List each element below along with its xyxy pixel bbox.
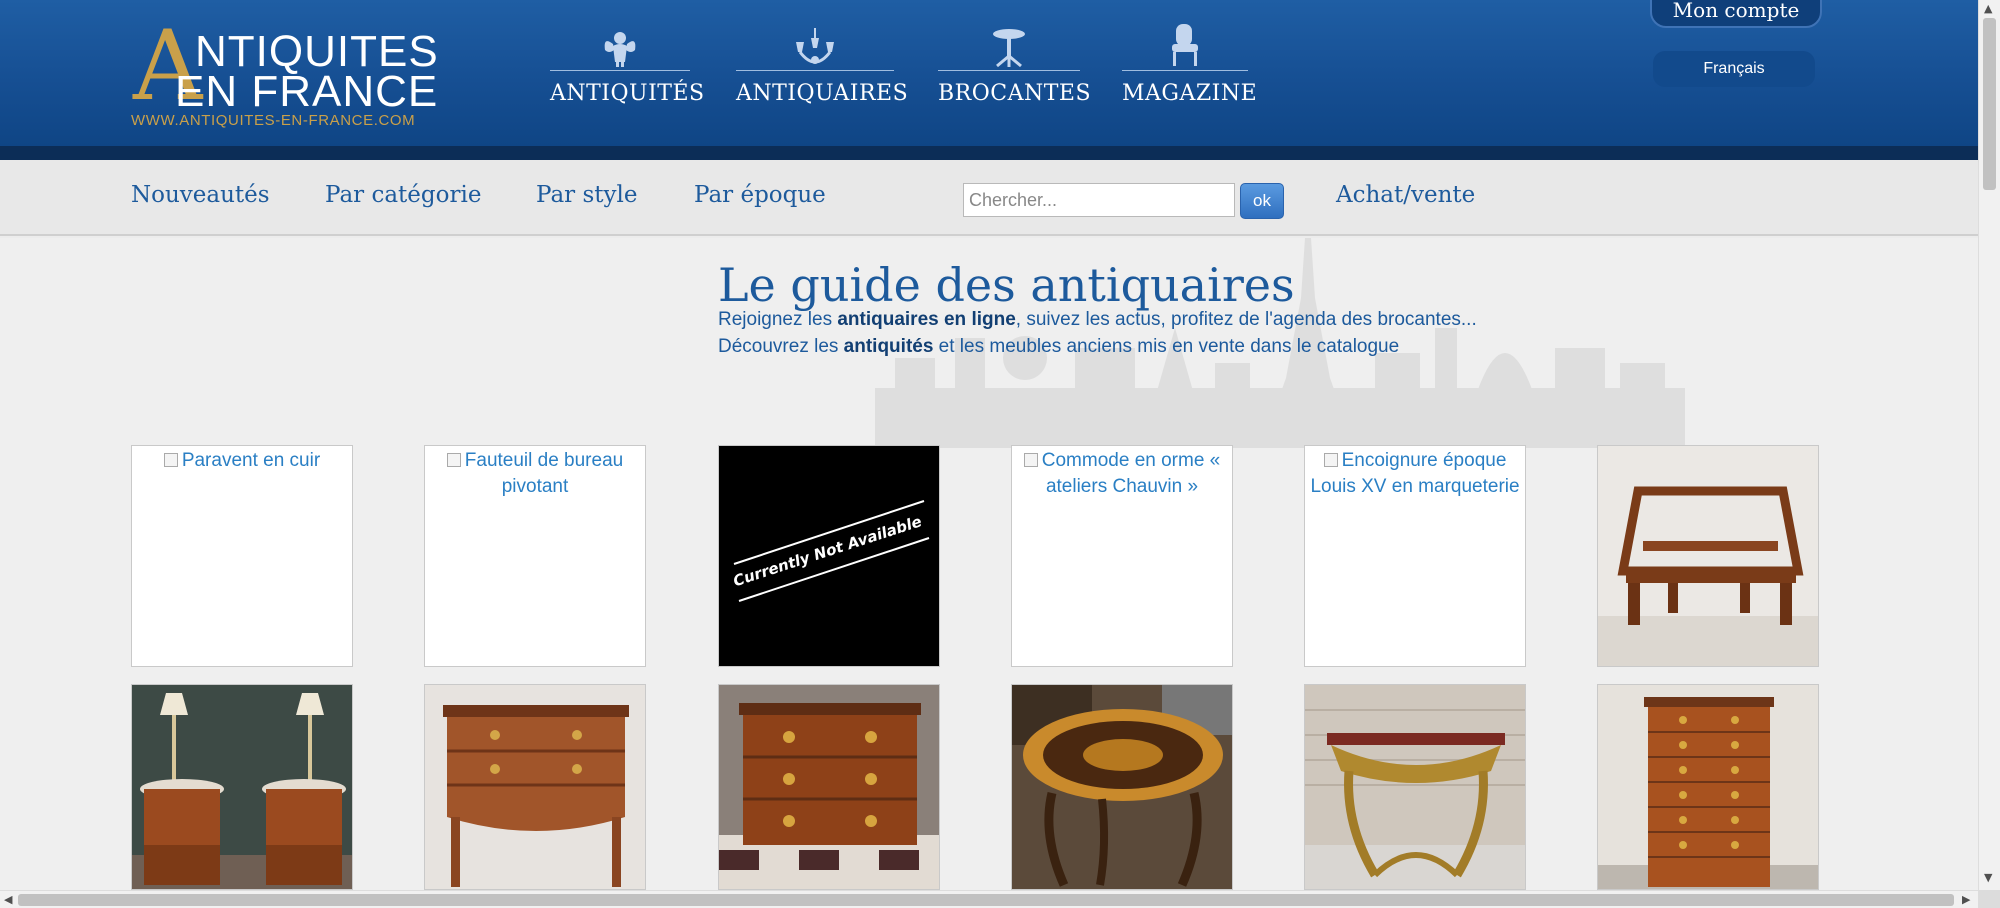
broken-image-icon: [446, 453, 461, 467]
product-tile-paravent[interactable]: Paravent en cuir: [131, 445, 353, 667]
scroll-right-arrow-icon[interactable]: ▶: [1962, 894, 1970, 905]
main-nav-magazine[interactable]: MAGAZINE: [1122, 22, 1258, 106]
product-tile-encoignure[interactable]: Encoignure époque Louis XV en marqueteri…: [1304, 445, 1526, 667]
hero-intro-line-1: Rejoignez les antiquaires en ligne, suiv…: [718, 309, 1477, 330]
main-nav-brocantes[interactable]: BROCANTES: [938, 22, 1092, 106]
account-button[interactable]: Mon compte: [1650, 0, 1822, 28]
product-image-alt[interactable]: Fauteuil de bureau pivotant: [425, 446, 645, 500]
vertical-scrollbar[interactable]: ▲ ▼: [1978, 0, 2000, 890]
armchair-icon: [1172, 24, 1198, 66]
book-stand-photo: [1598, 446, 1818, 666]
product-tile-commode-orme[interactable]: Commode en orme « ateliers Chauvin »: [1011, 445, 1233, 667]
hero-intro-line-2: Découvrez les antiquités et les meubles …: [718, 336, 1400, 357]
gilded-console-photo: [1305, 685, 1525, 889]
small-commode-photo: [425, 685, 645, 889]
product-tile-fauteuil[interactable]: Fauteuil de bureau pivotant: [424, 445, 646, 667]
page-title: Le guide des antiquaires: [718, 258, 1295, 312]
not-available-text: Currently Not Available: [731, 512, 924, 590]
main-nav-label: ANTIQUITÉS: [550, 81, 705, 106]
scroll-left-arrow-icon[interactable]: ◀: [4, 894, 12, 905]
link-antiquaires-en-ligne[interactable]: antiquaires en ligne: [837, 309, 1015, 330]
product-tile-chiffonnier[interactable]: [1597, 684, 1819, 890]
main-nav-label: ANTIQUAIRES: [736, 81, 909, 106]
subnav-nouveautes[interactable]: Nouveautés: [131, 182, 270, 208]
product-tile-marquetry-table[interactable]: [1011, 684, 1233, 890]
product-tile-book-stand[interactable]: [1597, 445, 1819, 667]
horizontal-scrollbar[interactable]: ◀ ▶: [0, 890, 1978, 908]
vertical-scroll-thumb[interactable]: [1983, 18, 1996, 190]
language-selector[interactable]: Français: [1653, 51, 1815, 87]
product-tile-small-commode[interactable]: [424, 684, 646, 890]
product-image-alt[interactable]: Commode en orme « ateliers Chauvin »: [1012, 446, 1232, 500]
pedestal-table-icon: [993, 29, 1025, 68]
product-image-alt[interactable]: Encoignure époque Louis XV en marqueteri…: [1305, 446, 1525, 500]
product-tile-unavailable[interactable]: Currently Not Available: [718, 445, 940, 667]
site-logo[interactable]: A NTIQUITES EN FRANCE WWW.ANTIQUITES-EN-…: [131, 18, 451, 134]
search-button[interactable]: ok: [1240, 183, 1284, 219]
scroll-up-arrow-icon[interactable]: ▲: [1984, 3, 1992, 14]
logo-line-2: EN FRANCE: [175, 67, 439, 116]
horizontal-scroll-thumb[interactable]: [18, 894, 1954, 906]
subnav-par-categorie[interactable]: Par catégorie: [325, 182, 481, 208]
site-header: A NTIQUITES EN FRANCE WWW.ANTIQUITES-EN-…: [0, 0, 1978, 160]
cherub-icon: [604, 32, 636, 67]
search-input[interactable]: [963, 183, 1235, 217]
subnav-par-epoque[interactable]: Par époque: [694, 182, 826, 208]
chiffonnier-photo: [1598, 685, 1818, 889]
main-nav-antiquites[interactable]: ANTIQUITÉS: [550, 22, 705, 106]
product-tile-gilded-console[interactable]: [1304, 684, 1526, 890]
product-tile-bedside-tables[interactable]: [131, 684, 353, 890]
broken-image-icon: [1323, 453, 1338, 467]
bedside-tables-photo: [132, 685, 352, 889]
subnav-achat-vente[interactable]: Achat/vente: [1336, 182, 1475, 208]
product-image-alt[interactable]: Paravent en cuir: [132, 446, 352, 474]
subnav-par-style[interactable]: Par style: [536, 182, 637, 208]
marquetry-table-photo: [1012, 685, 1232, 889]
main-nav-label: BROCANTES: [938, 81, 1092, 106]
scrollbar-corner: [1978, 890, 2000, 908]
main-nav-antiquaires[interactable]: ANTIQUAIRES: [736, 22, 909, 106]
main-nav-label: MAGAZINE: [1122, 81, 1258, 106]
not-available-image: Currently Not Available: [731, 500, 930, 602]
marquetry-commode-photo: [719, 685, 939, 889]
product-tile-marquetry-commode[interactable]: [718, 684, 940, 890]
chandelier-icon: [796, 28, 834, 64]
broken-image-icon: [1023, 453, 1038, 467]
logo-url: WWW.ANTIQUITES-EN-FRANCE.COM: [131, 112, 416, 129]
link-antiquites[interactable]: antiquités: [844, 336, 934, 357]
broken-image-icon: [163, 453, 178, 467]
scroll-down-arrow-icon[interactable]: ▼: [1984, 872, 1992, 883]
